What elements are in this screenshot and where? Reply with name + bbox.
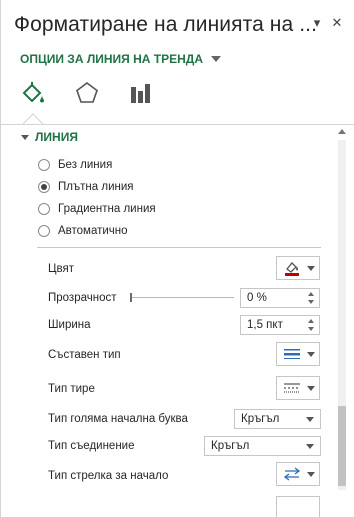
spin-up-icon[interactable] [308,292,314,296]
join-type-value: Кръгъл [211,440,250,452]
radio-label: Плътна линия [58,181,134,193]
spin-down-icon[interactable] [308,300,314,304]
radio-no-line[interactable]: Без линия [38,159,112,171]
pen-color-icon [285,262,299,276]
chevron-down-icon [307,471,315,477]
scroll-up-icon[interactable] [338,129,346,134]
chevron-down-icon [306,417,314,422]
pane-title: Форматиране на линията на ... [14,13,318,36]
end-arrow-type-button-partial[interactable] [276,496,320,517]
pane-options-icon[interactable]: ▾ [310,15,324,31]
tab-options[interactable] [127,80,155,106]
cap-type-label: Тип голяма начална буква [48,413,188,425]
chevron-down-icon [211,56,222,62]
color-picker-button[interactable] [276,256,320,280]
radio-button[interactable] [38,203,50,215]
pane-title-buttons: ▾ ✕ [310,15,344,31]
format-tabs [19,80,155,106]
bar-chart-icon [131,84,150,103]
spin-down-icon[interactable] [308,327,314,331]
chevron-down-icon [307,351,315,357]
join-type-label: Тип съединение [48,440,135,452]
tab-divider [1,124,354,125]
spin-up-icon[interactable] [308,319,314,323]
dash-type-label: Тип тире [48,383,95,395]
chevron-down-icon [306,444,314,449]
trendline-options-label: ОПЦИИ ЗА ЛИНИЯ НА ТРЕНДА [20,52,204,66]
cap-type-select[interactable]: Кръгъл [234,409,321,429]
radio-button[interactable] [38,225,50,237]
cap-type-value: Кръгъл [241,413,280,425]
section-title: ЛИНИЯ [35,130,78,144]
active-tab-indicator [23,113,43,124]
dash-lines-icon [284,383,300,393]
width-value[interactable]: 1,5 пкт [247,319,283,331]
width-label: Ширина [48,319,91,331]
spinner-arrows[interactable] [308,317,316,333]
radio-label: Автоматично [58,225,128,237]
color-label: Цвят [48,263,74,275]
radio-automatic[interactable]: Автоматично [38,225,128,237]
compound-type-label: Съставен тип [48,349,121,361]
section-separator [37,247,321,248]
collapse-triangle-icon [21,134,29,140]
transparency-spinner[interactable]: 0 % [240,288,320,308]
compound-lines-icon [284,349,300,359]
pentagon-icon [76,82,98,103]
dash-type-button[interactable] [276,376,320,400]
width-spinner[interactable]: 1,5 пкт [240,315,320,335]
radio-label: Градиентна линия [58,203,156,215]
transparency-slider[interactable] [130,293,234,302]
paint-bucket-icon [22,82,44,103]
radio-solid-line[interactable]: Плътна линия [38,181,134,193]
trendline-options-dropdown[interactable]: ОПЦИИ ЗА ЛИНИЯ НА ТРЕНДА [20,52,222,66]
begin-arrow-type-button[interactable] [276,462,320,486]
join-type-select[interactable]: Кръгъл [204,436,321,456]
compound-type-button[interactable] [276,342,320,366]
chevron-down-icon [307,385,315,391]
transparency-label: Прозрачност [48,292,117,304]
tab-fill-line[interactable] [19,80,47,106]
radio-gradient-line[interactable]: Градиентна линия [38,203,156,215]
format-trendline-pane: Форматиране на линията на ... ▾ ✕ ОПЦИИ … [0,0,354,517]
tab-effects[interactable] [73,80,101,106]
slider-thumb[interactable] [130,293,132,302]
begin-arrow-type-label: Тип стрелка за начало [48,470,169,482]
close-icon[interactable]: ✕ [330,15,344,31]
radio-button[interactable] [38,159,50,171]
vertical-scrollbar[interactable] [336,126,348,496]
radio-button-selected[interactable] [38,181,50,193]
double-arrow-icon [283,467,301,481]
transparency-value[interactable]: 0 % [247,292,267,304]
section-line-header[interactable]: ЛИНИЯ [21,130,78,144]
spinner-arrows[interactable] [308,290,316,306]
scroll-thumb[interactable] [338,406,346,486]
chevron-down-icon [307,265,315,271]
radio-label: Без линия [58,159,113,171]
